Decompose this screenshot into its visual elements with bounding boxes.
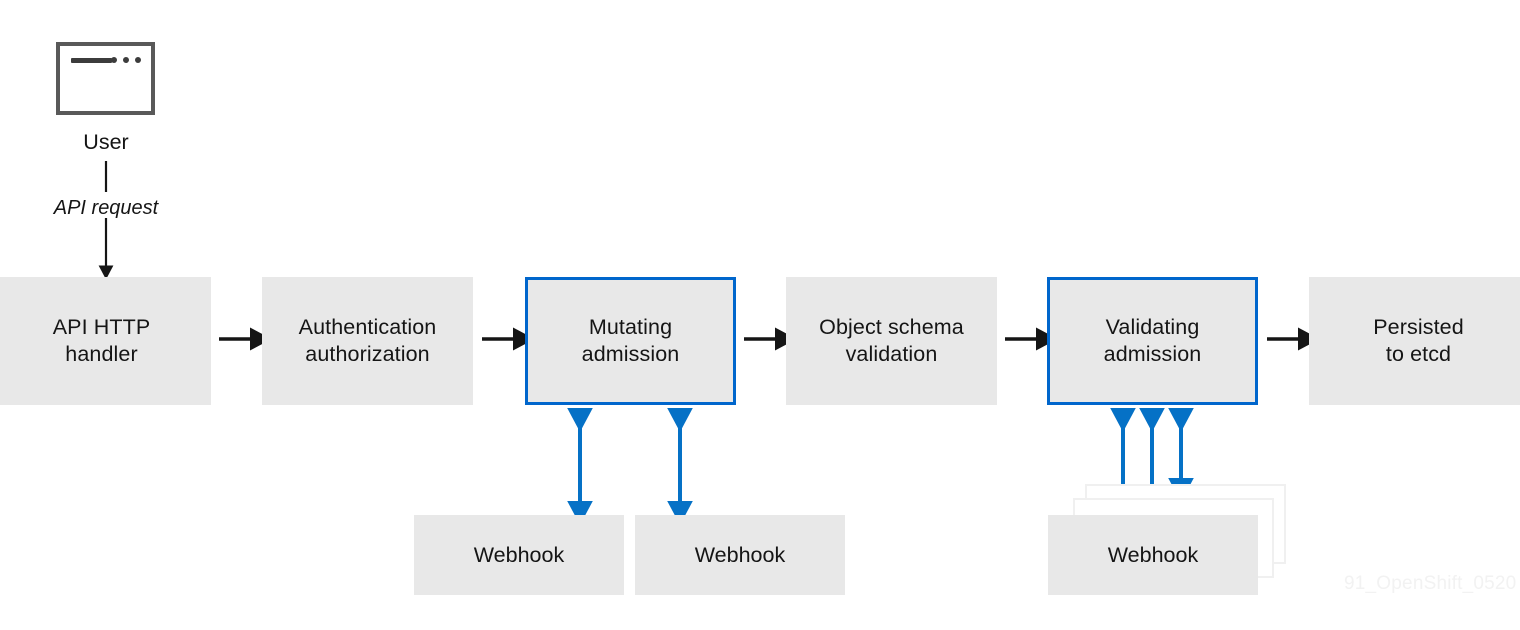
- webhook-box-mutating-1[interactable]: Webhook: [414, 515, 624, 595]
- diagram-canvas: User API request API HTTP handler Authen…: [0, 0, 1520, 630]
- pipeline-box-label-line1: Mutating: [588, 314, 673, 339]
- pipeline-box-label-line2: validation: [845, 342, 938, 366]
- pipeline-box-object-schema-validation[interactable]: Object schema validation: [786, 277, 997, 405]
- webhook-label: Webhook: [694, 542, 786, 567]
- pipeline-box-label-line1: Validating: [1105, 314, 1200, 339]
- webhook-box-validating-front[interactable]: Webhook: [1048, 515, 1258, 595]
- pipeline-box-label-line1: Authentication: [298, 314, 437, 339]
- webhook-box-mutating-2[interactable]: Webhook: [635, 515, 845, 595]
- pipeline-box-label-line2: admission: [581, 342, 680, 366]
- pipeline-box-authentication-authorization[interactable]: Authentication authorization: [262, 277, 473, 405]
- pipeline-box-label-line1: Object schema: [819, 314, 964, 339]
- webhook-label: Webhook: [473, 542, 565, 567]
- pipeline-box-persisted-to-etcd[interactable]: Persisted to etcd: [1309, 277, 1520, 405]
- pipeline-box-mutating-admission[interactable]: Mutating admission: [525, 277, 736, 405]
- pipeline-box-label-line2: admission: [1103, 342, 1202, 366]
- pipeline-box-api-http-handler[interactable]: API HTTP handler: [0, 277, 211, 405]
- pipeline-box-label-line2: to etcd: [1385, 342, 1452, 366]
- pipeline-box-label-line2: handler: [65, 342, 138, 366]
- pipeline-box-label-line2: authorization: [305, 342, 430, 366]
- webhook-label: Webhook: [1107, 542, 1199, 567]
- pipeline-box-label-line1: API HTTP: [52, 314, 151, 339]
- pipeline-box-validating-admission[interactable]: Validating admission: [1047, 277, 1258, 405]
- pipeline-box-label-line1: Persisted: [1373, 314, 1464, 339]
- watermark-text: 91_OpenShift_0520: [1344, 573, 1517, 594]
